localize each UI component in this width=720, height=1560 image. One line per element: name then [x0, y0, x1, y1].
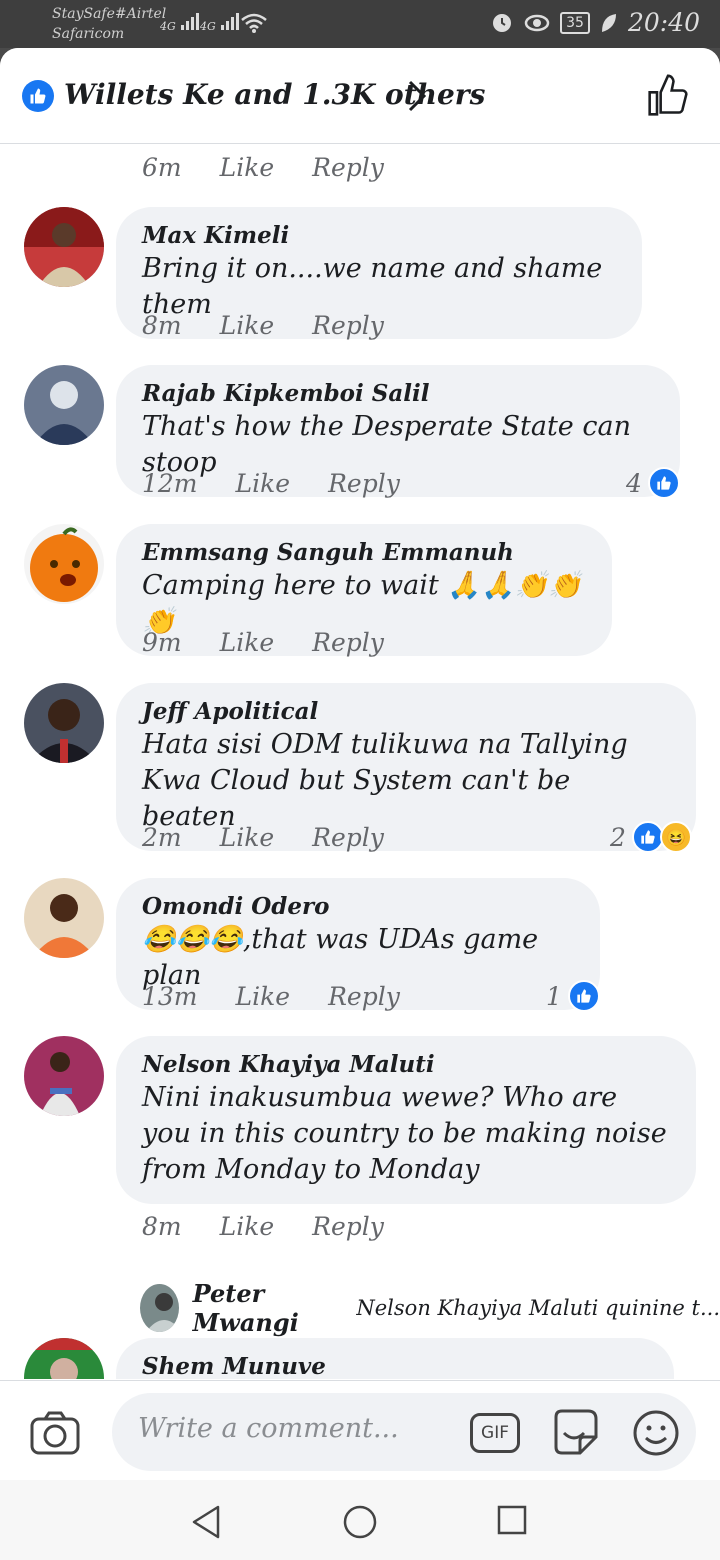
clock: 20:40	[627, 8, 700, 37]
comment-author[interactable]: Rajab Kipkemboi Salil	[142, 379, 654, 409]
comment-text: Nini inakusumbua wewe? Who are you in th…	[142, 1082, 667, 1185]
haha-reaction-icon: 😆	[659, 821, 692, 853]
like-reaction-icon	[22, 80, 54, 112]
comment-meta: 6m Like Reply	[142, 153, 384, 182]
comment-bubble[interactable]: Shem Munuve	[116, 1338, 674, 1379]
recents-icon[interactable]	[496, 1504, 528, 1536]
avatar[interactable]	[140, 1284, 179, 1332]
avatar[interactable]	[24, 1338, 104, 1379]
like-link[interactable]: Like	[220, 823, 275, 852]
like-reaction-icon	[567, 980, 600, 1012]
avatar[interactable]	[24, 207, 104, 287]
comment-meta: 2m Like Reply	[142, 823, 384, 852]
signal-icon-2: 4G	[200, 12, 240, 33]
camera-icon[interactable]	[30, 1411, 80, 1455]
reply-link[interactable]: Reply	[312, 153, 384, 182]
like-link[interactable]: Like	[236, 469, 291, 498]
reply-link[interactable]: Reply	[312, 311, 384, 340]
leaf-icon	[601, 13, 616, 32]
comment-meta: 9m Like Reply	[142, 628, 384, 657]
reaction-count: 1	[546, 981, 562, 1011]
network-type-1: 4G	[160, 20, 176, 33]
gif-icon[interactable]: GIF	[470, 1413, 520, 1453]
sticker-icon[interactable]	[550, 1407, 600, 1457]
comment-input[interactable]: Write a comment... GIF	[112, 1393, 696, 1471]
comment-bubble[interactable]: Nelson Khayiya Maluti Nini inakusumbua w…	[116, 1036, 696, 1204]
reply-author[interactable]: Peter Mwangi	[193, 1279, 343, 1337]
comment-meta: 12m Like Reply	[142, 469, 400, 498]
carrier-1: StaySafe#Airtel	[52, 6, 167, 22]
status-right: 35 20:40	[490, 8, 700, 37]
reply-link[interactable]: Reply	[328, 469, 400, 498]
comment-placeholder: Write a comment...	[138, 1413, 399, 1444]
reply-link[interactable]: Reply	[312, 628, 384, 657]
comment-author[interactable]: Shem Munuve	[142, 1352, 648, 1379]
comment-meta: 13m Like Reply	[142, 982, 400, 1011]
comment-time: 9m	[142, 628, 182, 657]
like-reaction-icon	[647, 467, 680, 499]
comment-composer: Write a comment... GIF	[0, 1380, 720, 1480]
like-link[interactable]: Like	[220, 311, 275, 340]
comment-feed[interactable]: 6m Like Reply Max Kimeli Bring it on....…	[0, 145, 720, 1379]
avatar[interactable]	[24, 878, 104, 958]
like-link[interactable]: Like	[236, 982, 291, 1011]
system-nav-bar	[0, 1480, 720, 1560]
comment-meta: 8m Like Reply	[142, 1212, 384, 1241]
alarm-icon	[493, 13, 512, 32]
avatar[interactable]	[24, 683, 104, 763]
comment-time: 12m	[142, 469, 198, 498]
reply-preview[interactable]: Peter Mwangi Nelson Khayiya Maluti quini…	[140, 1279, 720, 1337]
home-icon[interactable]	[342, 1504, 378, 1540]
avatar[interactable]	[24, 365, 104, 445]
comment-time: 13m	[142, 982, 198, 1011]
comments-sheet: Willets Ke and 1.3K others 6m Like Reply…	[0, 48, 720, 1560]
comment-time: 8m	[142, 311, 182, 340]
thumbs-up-icon[interactable]	[646, 74, 690, 118]
avatar[interactable]	[24, 524, 104, 604]
reply-link[interactable]: Reply	[328, 982, 400, 1011]
reaction-summary[interactable]: 4	[626, 467, 680, 499]
comment-author[interactable]: Omondi Odero	[142, 892, 574, 922]
avatar[interactable]	[24, 1036, 104, 1116]
comment-author[interactable]: Max Kimeli	[142, 221, 616, 251]
signal-icon-1: 4G	[160, 12, 200, 33]
like-link[interactable]: Like	[220, 153, 275, 182]
reply-text: Nelson Khayiya Maluti quinine t...	[356, 1296, 720, 1320]
reaction-summary[interactable]: 2 😆	[610, 821, 692, 853]
network-type-2: 4G	[200, 20, 216, 33]
like-link[interactable]: Like	[220, 1212, 275, 1241]
reply-link[interactable]: Reply	[312, 1212, 384, 1241]
battery-icon: 35	[560, 11, 590, 34]
wifi-icon	[241, 13, 267, 33]
reactions-header[interactable]: Willets Ke and 1.3K others	[0, 48, 720, 144]
comment-text: Hata sisi ODM tulikuwa na Tallying Kwa C…	[142, 729, 628, 832]
comment-author[interactable]: Nelson Khayiya Maluti	[142, 1050, 670, 1080]
comment-meta: 8m Like Reply	[142, 311, 384, 340]
emoji-icon[interactable]	[632, 1409, 680, 1457]
comment-author[interactable]: Jeff Apolitical	[142, 697, 670, 727]
comment-time: 6m	[142, 153, 182, 182]
back-icon[interactable]	[190, 1504, 222, 1540]
reaction-count: 2	[610, 822, 626, 852]
reaction-count: 4	[626, 468, 642, 498]
carrier-labels: StaySafe#Airtel Safaricom	[52, 4, 166, 44]
reply-link[interactable]: Reply	[312, 823, 384, 852]
eye-comfort-icon	[524, 14, 550, 31]
chevron-right-icon[interactable]	[405, 78, 429, 114]
comment-time: 2m	[142, 823, 182, 852]
carrier-2: Safaricom	[52, 26, 125, 42]
reaction-summary[interactable]: 1	[546, 980, 600, 1012]
comment-author[interactable]: Emmsang Sanguh Emmanuh	[142, 538, 586, 568]
like-link[interactable]: Like	[220, 628, 275, 657]
comment-time: 8m	[142, 1212, 182, 1241]
status-bar: StaySafe#Airtel Safaricom 4G 4G 35 20:40	[0, 0, 720, 48]
